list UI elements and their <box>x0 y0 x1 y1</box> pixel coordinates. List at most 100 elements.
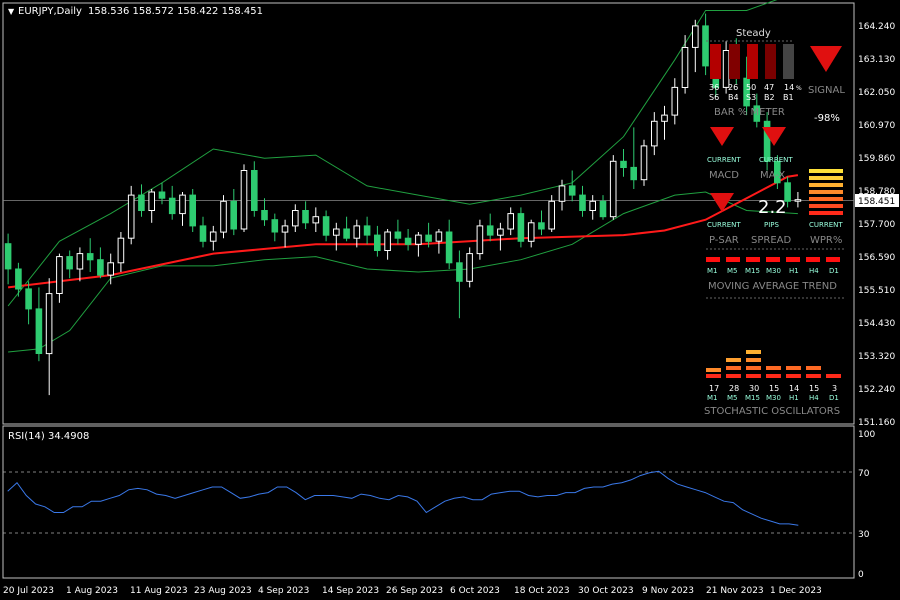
tf-label: M30 <box>766 394 781 402</box>
candle-body <box>722 50 730 88</box>
candle-body <box>322 216 330 236</box>
candle <box>353 219 361 248</box>
y-label: 164.240 <box>858 22 895 32</box>
candle-body <box>271 219 279 233</box>
candle <box>702 13 709 76</box>
candle <box>25 281 32 325</box>
candle-body <box>640 145 648 181</box>
signal-value: -98% <box>814 113 840 124</box>
rsi-axis-70: 70 <box>858 469 870 479</box>
ma-trend-bar <box>826 257 840 262</box>
candle <box>251 161 258 217</box>
pips-label: PIPS <box>764 221 780 229</box>
stoch-bar <box>786 366 801 370</box>
candle <box>640 139 648 186</box>
candle-body <box>25 288 32 310</box>
x-label: 1 Dec 2023 <box>770 586 822 596</box>
tf-label: H4 <box>809 267 819 275</box>
candle-body <box>281 225 289 233</box>
bar-code: B2 <box>764 93 775 102</box>
x-label: 4 Sep 2023 <box>258 586 309 596</box>
candle-body <box>374 234 381 252</box>
candle <box>4 233 12 285</box>
wpr-bar <box>809 169 843 173</box>
candle-body <box>497 228 504 236</box>
stoch-bar <box>726 374 741 378</box>
stoch-bar <box>826 374 841 378</box>
candle-body <box>527 222 535 242</box>
ma-trend-label: MOVING AVERAGE TREND <box>708 281 837 292</box>
signal-label: SIGNAL <box>808 85 845 96</box>
candle <box>404 229 412 251</box>
candle <box>527 219 535 248</box>
x-label: 30 Oct 2023 <box>578 586 634 596</box>
candle-body <box>476 225 484 255</box>
bar-pct-value: 14 <box>784 83 794 92</box>
x-label: 23 Aug 2023 <box>194 586 252 596</box>
candle <box>230 189 237 236</box>
candle <box>517 207 525 248</box>
candle-body <box>558 185 566 202</box>
candle-body <box>15 268 22 290</box>
candle-body <box>353 225 361 239</box>
candle-body <box>56 256 63 295</box>
x-label: 6 Oct 2023 <box>450 586 500 596</box>
tf-label: M30 <box>766 267 781 275</box>
bar-code: S3 <box>746 93 756 102</box>
candle-body <box>127 194 135 239</box>
candle-body <box>548 200 556 230</box>
bar-meter-bar <box>710 44 721 79</box>
candle-body <box>148 191 155 211</box>
candle-body <box>579 194 586 212</box>
ohlc-readout: 158.536 158.572 158.422 158.451 <box>88 6 263 17</box>
candle <box>281 219 289 248</box>
candle <box>363 216 371 245</box>
steady-label: Steady <box>736 28 771 39</box>
candle-body <box>158 191 166 199</box>
candle <box>168 185 176 220</box>
candle <box>107 253 115 285</box>
macd-label: MACD <box>709 170 739 181</box>
candle-body <box>794 199 802 202</box>
candle <box>240 164 248 232</box>
candle <box>271 213 279 242</box>
candle-body <box>138 194 145 212</box>
candle <box>599 195 607 220</box>
candle <box>15 262 22 297</box>
ma-current: CURRENT <box>759 156 793 164</box>
stoch-bar <box>806 374 821 378</box>
candle <box>179 192 186 226</box>
stoch-bar <box>806 366 821 370</box>
bar-meter-bar <box>783 44 794 79</box>
candle-body <box>363 225 371 236</box>
x-label: 14 Sep 2023 <box>322 586 379 596</box>
stoch-value: 17 <box>709 384 719 393</box>
candle <box>794 192 802 208</box>
candle <box>322 210 330 242</box>
x-label: 20 Jul 2023 <box>3 586 54 596</box>
stoch-bar <box>786 374 801 378</box>
candle-body <box>251 170 258 211</box>
wpr-bar <box>809 211 843 215</box>
candle <box>681 35 689 94</box>
psar-label: P-SAR <box>709 235 739 246</box>
x-axis: 20 Jul 2023 1 Aug 2023 11 Aug 2023 23 Au… <box>3 586 822 596</box>
candle <box>466 247 473 288</box>
candle-body <box>702 25 709 67</box>
stoch-bar <box>726 366 741 370</box>
candle-body <box>609 160 617 218</box>
candle-body <box>620 160 627 169</box>
candle <box>486 213 494 242</box>
candle-body <box>302 210 309 224</box>
candle-body <box>589 200 597 212</box>
candle <box>343 216 350 242</box>
y-label: 160.970 <box>858 121 895 131</box>
candle-body <box>86 253 94 261</box>
stoch-bar <box>706 368 721 372</box>
tf-label: M1 <box>707 394 718 402</box>
trading-chart[interactable]: ▼ EURJPY,Daily 158.536 158.572 158.422 1… <box>0 0 900 600</box>
candle <box>630 127 638 189</box>
candle-body <box>661 114 668 122</box>
candle <box>620 149 627 177</box>
tf-label: D1 <box>829 394 839 402</box>
